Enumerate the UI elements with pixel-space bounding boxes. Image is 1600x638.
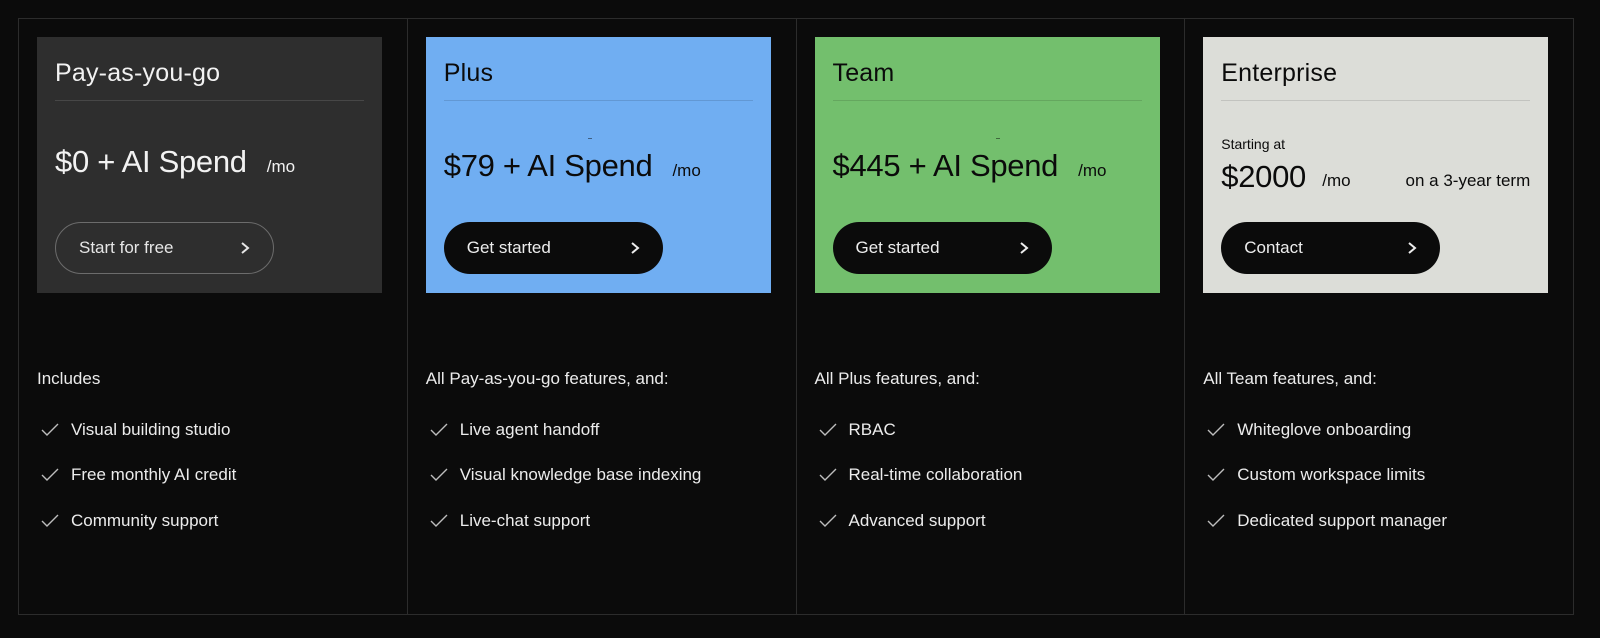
chevron-right-icon	[631, 242, 640, 254]
plan-card-plus: Plus $79 + AI Spend /mo Get started	[425, 37, 771, 293]
price-amount: $79 + AI Spend	[443, 148, 653, 183]
plan-column-pay-as-you-go: Pay-as-you-go $0 + AI Spend /mo Start fo…	[19, 19, 408, 614]
price-amount: $0 + AI Spend	[55, 144, 247, 179]
features-heading: All Team features, and:	[1203, 369, 1377, 388]
feature-label: Real-time collaboration	[848, 465, 1023, 485]
check-icon	[41, 468, 59, 482]
get-started-button[interactable]: Get started	[443, 222, 663, 274]
check-icon	[430, 423, 448, 436]
list-item: Visual knowledge base indexing	[426, 453, 702, 499]
feature-list: Visual building studio Free monthly AI c…	[37, 407, 236, 544]
chevron-right-icon	[1019, 242, 1029, 254]
price-period: /mo	[672, 161, 701, 180]
plan-price: $0 + AI Spend /mo	[55, 144, 295, 180]
price-period: /mo	[266, 157, 296, 176]
plan-card-enterprise: Enterprise Starting at $2000 /mo on a 3-…	[1203, 37, 1549, 293]
feature-label: Live agent handoff	[459, 419, 600, 439]
list-item: Real-time collaboration	[815, 453, 1023, 499]
check-icon	[819, 514, 836, 527]
feature-label: Free monthly AI credit	[71, 465, 237, 485]
check-icon	[41, 514, 59, 527]
check-icon	[1207, 423, 1225, 436]
feature-list: Whiteglove onboarding Custom workspace l…	[1203, 407, 1447, 544]
price-amount: $2000	[1221, 159, 1306, 194]
plan-column-team: Team $445 + AI Spend /mo Get started All…	[797, 19, 1186, 614]
feature-list: RBAC Real-time collaboration Advanced su…	[815, 407, 1023, 544]
get-started-button[interactable]: Get started	[832, 222, 1052, 274]
button-label: Get started	[855, 238, 940, 257]
list-item: Advanced support	[815, 498, 1023, 544]
chevron-right-icon	[1408, 242, 1417, 254]
list-item: Free monthly AI credit	[37, 453, 236, 499]
price-period: /mo	[1078, 161, 1107, 180]
feature-label: Community support	[71, 510, 219, 530]
list-item: Live-chat support	[426, 498, 702, 544]
feature-label: RBAC	[848, 419, 896, 439]
list-item: Live agent handoff	[426, 407, 702, 453]
feature-label: Dedicated support manager	[1237, 510, 1448, 530]
button-label: Contact	[1244, 238, 1303, 257]
divider	[995, 138, 1000, 139]
features-heading: All Pay-as-you-go features, and:	[425, 369, 669, 388]
check-icon	[430, 514, 448, 527]
contract-term: on a 3-year term	[1405, 171, 1531, 190]
plan-name: Pay-as-you-go	[55, 37, 364, 101]
pricing-table: Pay-as-you-go $0 + AI Spend /mo Start fo…	[18, 18, 1574, 615]
check-icon	[1207, 514, 1225, 527]
check-icon	[430, 468, 448, 482]
chevron-right-icon	[241, 242, 250, 254]
plan-name: Team	[832, 37, 1142, 101]
plan-price: $79 + AI Spend /mo	[444, 148, 701, 184]
start-for-free-button[interactable]: Start for free	[55, 222, 274, 274]
button-label: Get started	[466, 238, 551, 257]
plan-name: Plus	[443, 37, 753, 101]
list-item: Visual building studio	[37, 407, 236, 453]
check-icon	[819, 423, 836, 436]
check-icon	[41, 423, 59, 436]
plan-price: $445 + AI Spend /mo	[833, 148, 1107, 184]
feature-label: Advanced support	[848, 510, 986, 530]
plan-column-enterprise: Enterprise Starting at $2000 /mo on a 3-…	[1185, 19, 1573, 614]
feature-label: Live-chat support	[459, 510, 591, 530]
contact-button[interactable]: Contact	[1221, 222, 1441, 274]
list-item: Whiteglove onboarding	[1203, 407, 1447, 453]
list-item: Custom workspace limits	[1203, 453, 1447, 499]
feature-list: Live agent handoff Visual knowledge base…	[426, 407, 702, 544]
check-icon	[819, 468, 836, 482]
features-heading: Includes	[37, 369, 101, 388]
price-amount: $445 + AI Spend	[832, 148, 1059, 183]
plan-name: Enterprise	[1221, 37, 1531, 101]
price-period: /mo	[1322, 171, 1351, 190]
plan-features: All Plus features, and: RBAC Real-time c…	[815, 369, 1023, 544]
plan-features: All Pay-as-you-go features, and: Live ag…	[426, 369, 702, 544]
features-heading: All Plus features, and:	[814, 369, 980, 388]
list-item: Community support	[37, 498, 236, 544]
plan-card-team: Team $445 + AI Spend /mo Get started	[814, 37, 1160, 293]
plan-features: All Team features, and: Whiteglove onboa…	[1203, 369, 1447, 544]
button-label: Start for free	[79, 238, 174, 257]
feature-label: Visual knowledge base indexing	[459, 465, 702, 485]
plan-column-plus: Plus $79 + AI Spend /mo Get started All …	[408, 19, 797, 614]
feature-label: Whiteglove onboarding	[1237, 419, 1412, 439]
check-icon	[1207, 468, 1225, 482]
list-item: Dedicated support manager	[1203, 498, 1447, 544]
divider	[587, 138, 592, 139]
starting-at-label: Starting at	[1221, 136, 1286, 152]
plan-card-pay-as-you-go: Pay-as-you-go $0 + AI Spend /mo Start fo…	[37, 37, 382, 293]
feature-label: Visual building studio	[71, 419, 231, 439]
plan-features: Includes Visual building studio Free mon…	[37, 369, 236, 544]
feature-label: Custom workspace limits	[1237, 465, 1426, 485]
list-item: RBAC	[815, 407, 1023, 453]
